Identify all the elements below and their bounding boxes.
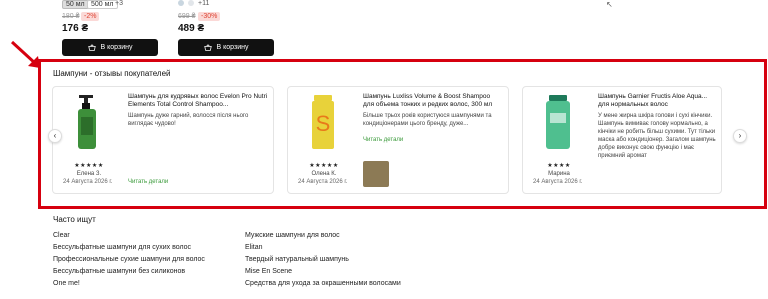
cart-label: В корзину bbox=[216, 44, 249, 51]
review-date: 24 Августа 2026 г. bbox=[533, 179, 583, 185]
search-link[interactable]: Профессиональные сухие шампуни для волос bbox=[53, 256, 205, 263]
review-text: У мене жирна шкіра голови і сухі кінчики… bbox=[598, 113, 716, 159]
rating-stars: ★★★★★ bbox=[309, 163, 339, 169]
review-card[interactable]: ★★★★ Марина 24 Августа 2026 г. Шампунь G… bbox=[522, 86, 722, 194]
review-date: 24 Августа 2026 г. bbox=[63, 179, 113, 185]
search-link[interactable]: Clear bbox=[53, 232, 70, 239]
variant-more[interactable]: +11 bbox=[198, 0, 209, 7]
search-link[interactable]: Бессульфатные шампуни без силиконов bbox=[53, 268, 185, 275]
review-text: Шампунь дуже гарний, волосся після нього… bbox=[128, 113, 249, 127]
search-link[interactable]: Твердый натуральный шампунь bbox=[245, 256, 349, 263]
rating-stars: ★★★★★ bbox=[74, 163, 104, 169]
price: 489 ₴ bbox=[178, 23, 205, 34]
review-author: Марина bbox=[548, 171, 570, 177]
search-link[interactable]: Elitan bbox=[245, 244, 263, 251]
price: 176 ₴ bbox=[62, 23, 89, 34]
search-link[interactable]: One me! bbox=[53, 280, 80, 287]
read-more-link[interactable]: Читать детали bbox=[128, 179, 168, 185]
product-image: S bbox=[312, 95, 334, 149]
read-more-link[interactable]: Читать детали bbox=[363, 137, 403, 143]
cart-label: В корзину bbox=[100, 44, 133, 51]
cart-icon bbox=[87, 43, 96, 51]
section-title: Шампуни - отзывы покупателей bbox=[53, 69, 171, 78]
cart-icon bbox=[203, 43, 212, 51]
review-date: 24 Августа 2026 г. bbox=[298, 179, 348, 185]
review-text: Більше трьох років користуюся шампунями … bbox=[363, 113, 492, 127]
old-price: 180 ₴ bbox=[62, 13, 80, 20]
old-price: 699 ₴ bbox=[178, 13, 196, 20]
add-to-cart-button[interactable]: В корзину bbox=[62, 39, 158, 56]
cursor-icon: ↖ bbox=[606, 0, 613, 9]
color-swatch-icon[interactable] bbox=[188, 0, 194, 6]
product-title[interactable]: Шампунь для кудрявых волос Evelon Pro Nu… bbox=[128, 93, 268, 109]
product-image bbox=[546, 95, 570, 149]
search-link[interactable]: Mise En Scene bbox=[245, 268, 292, 275]
review-card[interactable]: S ★★★★★ Олена К. 24 Августа 2026 г. Шамп… bbox=[287, 86, 509, 194]
often-searched-title: Часто ищут bbox=[53, 215, 96, 224]
search-link[interactable]: Мужские шампуни для волос bbox=[245, 232, 340, 239]
discount-badge: -2% bbox=[81, 12, 100, 21]
variant-more[interactable]: +3 bbox=[115, 0, 123, 7]
variant-option[interactable]: 50 мл bbox=[62, 0, 89, 9]
add-to-cart-button[interactable]: В корзину bbox=[178, 39, 274, 56]
review-author: Елена З. bbox=[76, 171, 102, 177]
review-author: Олена К. bbox=[311, 171, 337, 177]
rating-stars: ★★★★ bbox=[547, 163, 571, 169]
review-photo[interactable] bbox=[363, 161, 389, 187]
search-link[interactable]: Средства для ухода за окрашенными волоса… bbox=[245, 280, 401, 287]
product-title[interactable]: Шампунь Luxliss Volume & Boost Shampoo д… bbox=[363, 93, 503, 109]
variant-option[interactable]: 500 мл bbox=[87, 0, 118, 9]
product-image bbox=[78, 95, 96, 149]
svg-text:S: S bbox=[316, 111, 331, 136]
review-card[interactable]: ★★★★★ Елена З. 24 Августа 2026 г. Шампун… bbox=[52, 86, 274, 194]
carousel-next-button[interactable]: › bbox=[733, 129, 747, 143]
carousel-prev-button[interactable]: ‹ bbox=[48, 129, 62, 143]
product-title[interactable]: Шампунь Garnier Fructis Aloe Aqua... для… bbox=[598, 93, 718, 109]
color-swatch-icon[interactable] bbox=[178, 0, 184, 6]
discount-badge: -30% bbox=[198, 12, 221, 21]
search-link[interactable]: Бессульфатные шампуни для сухих волос bbox=[53, 244, 191, 251]
